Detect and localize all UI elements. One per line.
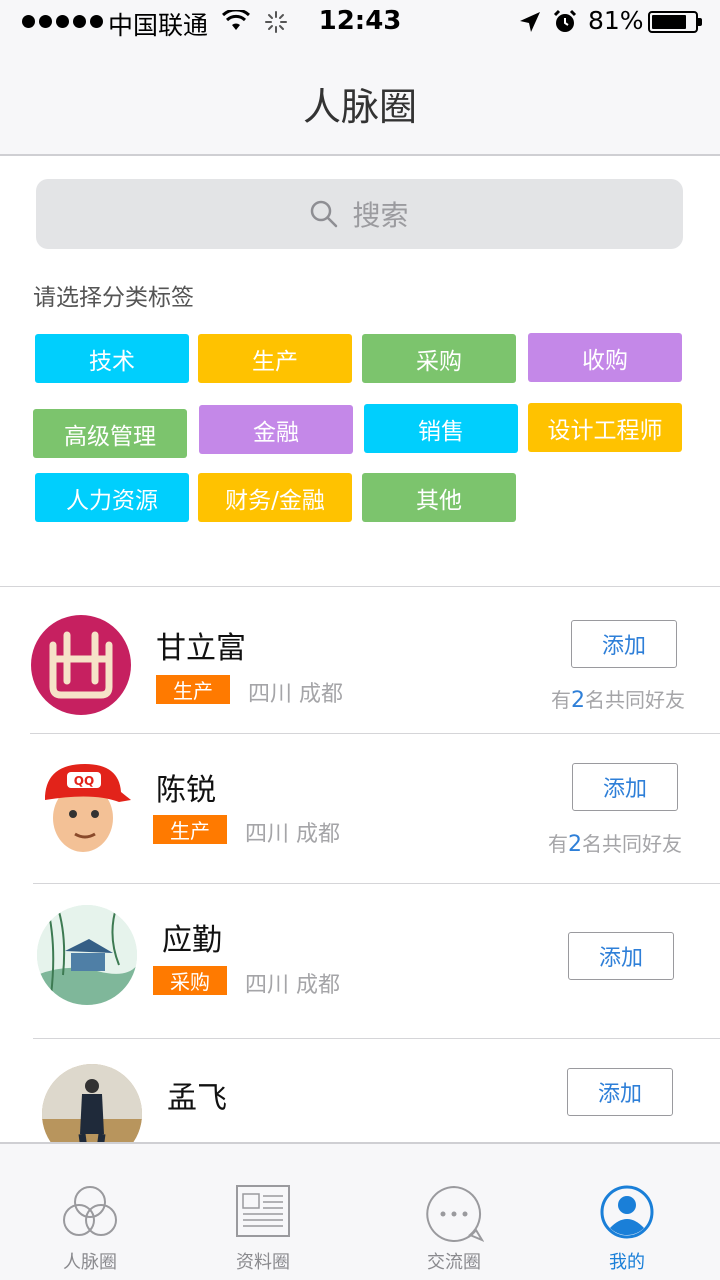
mutual-friends: 有2名共同好友 (548, 828, 682, 857)
tag-section-label: 请选择分类标签 (33, 285, 194, 311)
tag-sales[interactable]: 销售 (364, 404, 518, 453)
avatar: QQ (33, 756, 133, 856)
mutual-suffix: 名共同好友 (582, 832, 682, 856)
tab-documents[interactable]: 资料圈 (173, 1144, 353, 1280)
page-title: 人脉圈 (302, 85, 417, 129)
industry-badge: 生产 (153, 815, 227, 844)
network-circles-icon (63, 1186, 117, 1236)
photo-avatar (42, 1064, 142, 1142)
tag-accounting-finance[interactable]: 财务/金融 (198, 473, 352, 522)
contact-row[interactable]: QQ 陈锐 生产 四川 成都 添加 有2名共同好友 (0, 734, 720, 884)
tag-purchasing[interactable]: 采购 (362, 334, 516, 383)
tag-production[interactable]: 生产 (198, 334, 352, 383)
contact-name: 陈锐 (156, 773, 216, 808)
battery-icon (648, 11, 702, 33)
tab-bar: 人脉圈 资料圈 交流圈 我的 (0, 1142, 720, 1280)
add-friend-button[interactable]: 添加 (567, 1068, 673, 1116)
chat-bubble-icon (426, 1185, 484, 1242)
user-profile-icon (600, 1185, 654, 1239)
contact-location: 四川 成都 (245, 822, 340, 847)
search-placeholder: 搜索 (352, 199, 409, 232)
battery-percent: 81% (588, 6, 644, 35)
tag-tech[interactable]: 技术 (35, 334, 189, 383)
tab-profile[interactable]: 我的 (537, 1144, 717, 1280)
tag-senior-management[interactable]: 高级管理 (33, 409, 187, 458)
status-bar: 中国联通 12:43 81% (0, 0, 720, 46)
mutual-friends: 有2名共同好友 (551, 684, 685, 713)
add-friend-button[interactable]: 添加 (572, 763, 678, 811)
industry-badge: 生产 (156, 675, 230, 704)
tab-label: 资料圈 (236, 1252, 290, 1273)
document-icon (236, 1185, 290, 1237)
mutual-prefix: 有 (548, 832, 568, 856)
painting-avatar (37, 905, 137, 1005)
avatar (37, 905, 137, 1005)
contact-name: 甘立富 (156, 631, 246, 666)
contact-row[interactable]: 孟飞 添加 (0, 1039, 720, 1142)
contact-location: 四川 成都 (245, 973, 340, 998)
battery-level (652, 15, 686, 29)
navigation-bar: 人脉圈 (0, 46, 720, 156)
tag-human-resources[interactable]: 人力资源 (35, 473, 189, 522)
location-arrow-icon (520, 12, 540, 32)
tab-chat[interactable]: 交流圈 (364, 1144, 544, 1280)
search-bar[interactable]: 搜索 (36, 179, 683, 249)
tab-label: 我的 (609, 1252, 645, 1273)
tab-label: 交流圈 (427, 1252, 481, 1273)
contact-name: 孟飞 (167, 1081, 227, 1116)
search-icon (311, 200, 338, 228)
cartoon-boy-avatar: QQ (33, 756, 133, 856)
avatar (31, 615, 131, 715)
add-friend-button[interactable]: 添加 (568, 932, 674, 980)
mutual-prefix: 有 (551, 688, 571, 712)
tag-acquisition[interactable]: 收购 (528, 333, 682, 382)
contact-row[interactable]: 甘立富 生产 四川 成都 添加 有2名共同好友 (0, 587, 720, 734)
tab-label: 人脉圈 (63, 1252, 117, 1273)
tag-finance[interactable]: 金融 (199, 405, 353, 454)
svg-text:QQ: QQ (74, 774, 94, 788)
mutual-suffix: 名共同好友 (585, 688, 685, 712)
avatar (42, 1064, 142, 1142)
tag-design-engineer[interactable]: 设计工程师 (528, 403, 682, 452)
mutual-count: 2 (571, 688, 585, 713)
page: 中国联通 12:43 81% 人脉圈 搜索 请选择分类标签 技术 生产 采购 收… (0, 0, 720, 1280)
tab-network[interactable]: 人脉圈 (0, 1144, 180, 1280)
mutual-count: 2 (568, 832, 582, 857)
alarm-icon (553, 9, 577, 32)
contact-row[interactable]: 应勤 采购 四川 成都 添加 (0, 884, 720, 1039)
tag-other[interactable]: 其他 (362, 473, 516, 522)
contact-location: 四川 成都 (248, 682, 343, 707)
contact-name: 应勤 (162, 923, 222, 958)
add-friend-button[interactable]: 添加 (571, 620, 677, 668)
gan-logo-avatar (49, 631, 113, 699)
industry-badge: 采购 (153, 966, 227, 995)
